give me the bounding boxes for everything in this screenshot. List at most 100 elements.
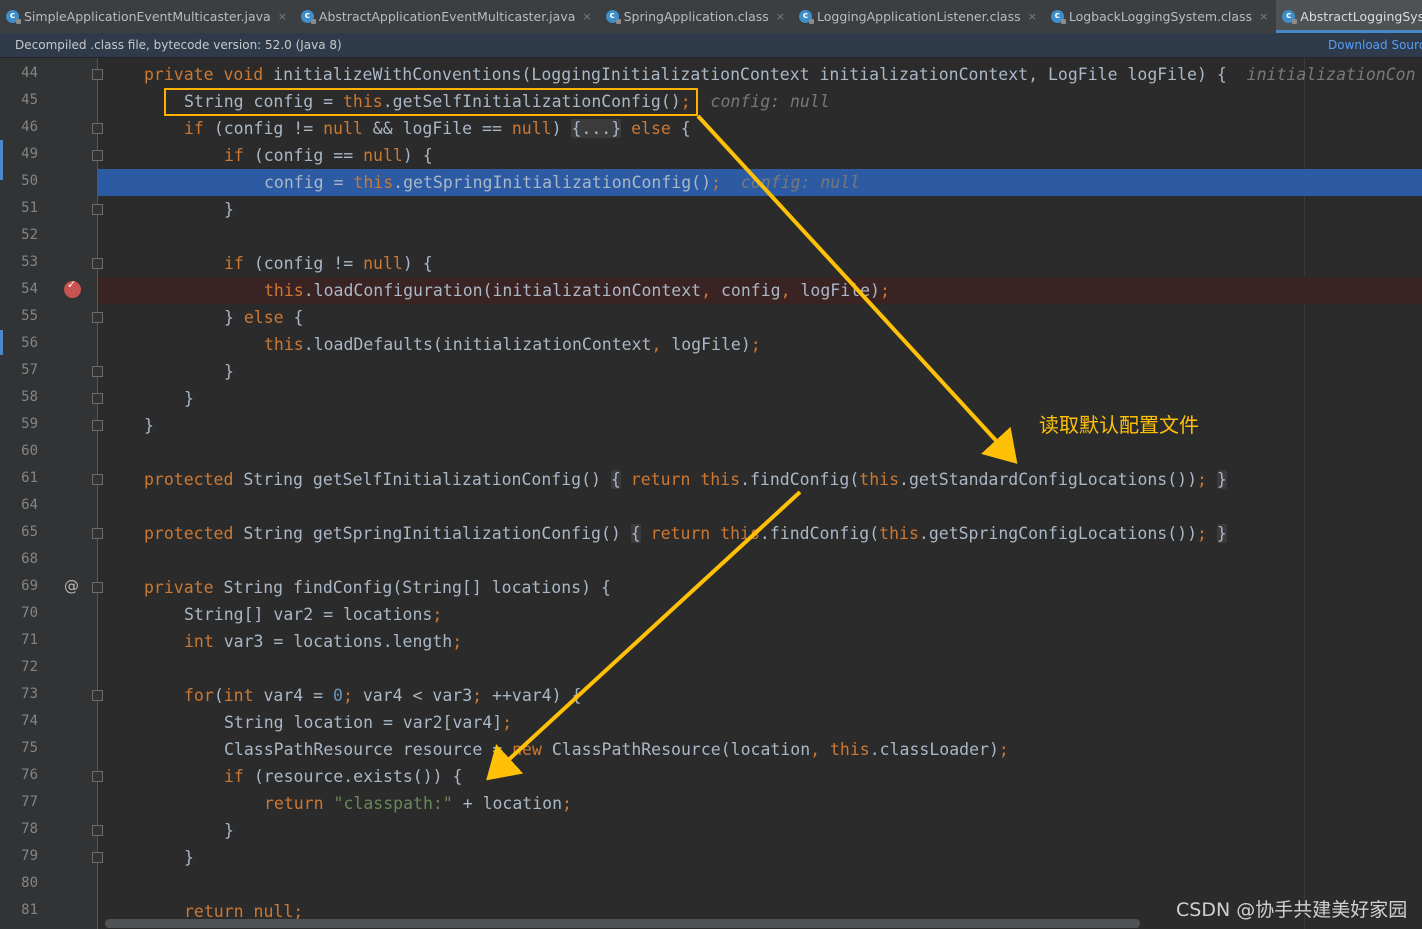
editor-tab-label: SimpleApplicationEventMulticaster.java	[24, 9, 271, 24]
editor-tab-label: LoggingApplicationListener.class	[817, 9, 1021, 24]
editor-tab-label: AbstractApplicationEventMulticaster.java	[318, 9, 576, 24]
line-number[interactable]: 45	[0, 92, 38, 108]
code-line-50: config = this.getSpringInitializationCon…	[264, 173, 861, 192]
class-file-icon: c	[1050, 10, 1066, 24]
code-line-70: String[] var2 = locations;	[184, 605, 443, 624]
fold-icon[interactable]	[92, 258, 103, 269]
line-number[interactable]: 60	[0, 443, 38, 459]
line-number[interactable]: 64	[0, 497, 38, 513]
line-number[interactable]: 79	[0, 848, 38, 864]
code-line-51: }	[224, 200, 234, 219]
csdn-watermark: CSDN @协手共建美好家园	[1176, 899, 1408, 921]
code-line-61: protected String getSelfInitializationCo…	[144, 470, 1227, 489]
editor-tab[interactable]: cAbstractLoggingSystem.class×	[1276, 0, 1422, 33]
line-number[interactable]: 68	[0, 551, 38, 567]
code-line-76: if (resource.exists()) {	[224, 767, 463, 786]
line-number[interactable]: 72	[0, 659, 38, 675]
class-file-icon: c	[799, 10, 815, 24]
line-number[interactable]: 59	[0, 416, 38, 432]
fold-icon[interactable]	[92, 366, 103, 377]
editor-tab[interactable]: c AbstractApplicationEventMulticaster.jav…	[295, 0, 600, 33]
decompiled-info-message: Decompiled .class file, bytecode version…	[15, 38, 342, 52]
fold-icon[interactable]	[92, 393, 103, 404]
fold-icon[interactable]	[92, 123, 103, 134]
line-number[interactable]: 52	[0, 227, 38, 243]
close-icon[interactable]: ×	[776, 10, 785, 23]
line-number[interactable]: 54	[0, 281, 38, 297]
breakpoint-icon[interactable]	[64, 278, 81, 298]
code-line-78: }	[224, 821, 234, 840]
line-number[interactable]: 53	[0, 254, 38, 270]
code-line-79: }	[184, 848, 194, 867]
line-number[interactable]: 57	[0, 362, 38, 378]
code-line-56: this.loadDefaults(initializationContext,…	[264, 335, 761, 354]
editor-tab-label: LogbackLoggingSystem.class	[1068, 9, 1253, 24]
class-file-icon: c	[300, 10, 316, 24]
line-number[interactable]: 81	[0, 902, 38, 918]
class-file-icon: c	[6, 10, 21, 24]
close-icon[interactable]: ×	[582, 10, 591, 23]
line-number[interactable]: 71	[0, 632, 38, 648]
code-line-46: if (config != null && logFile == null) {…	[184, 119, 691, 138]
decompiled-info-bar: Decompiled .class file, bytecode version…	[0, 33, 1422, 58]
code-line-49: if (config == null) {	[224, 146, 433, 165]
fold-icon[interactable]	[92, 582, 103, 593]
line-number[interactable]: 73	[0, 686, 38, 702]
editor-tab-label: SpringApplication.class	[623, 9, 769, 24]
fold-icon[interactable]	[92, 150, 103, 161]
annotation-highlight-box	[164, 88, 698, 116]
code-line-69: private String findConfig(String[] locat…	[144, 578, 611, 597]
line-number[interactable]: 49	[0, 146, 38, 162]
editor-tab[interactable]: c LoggingApplicationListener.class ×	[793, 0, 1045, 33]
fold-icon[interactable]	[92, 69, 103, 80]
line-number[interactable]: 75	[0, 740, 38, 756]
code-line-57: }	[224, 362, 234, 381]
line-number[interactable]: 76	[0, 767, 38, 783]
editor-tab[interactable]: c SpringApplication.class ×	[600, 0, 793, 33]
line-number[interactable]: 80	[0, 875, 38, 891]
line-number[interactable]: 77	[0, 794, 38, 810]
line-number[interactable]: 44	[0, 65, 38, 81]
annotation-label: 读取默认配置文件	[1039, 413, 1199, 437]
fold-icon[interactable]	[92, 528, 103, 539]
line-number[interactable]: 50	[0, 173, 38, 189]
class-file-icon: c	[605, 10, 621, 24]
line-number[interactable]: 58	[0, 389, 38, 405]
close-icon[interactable]: ×	[1259, 10, 1268, 23]
line-number[interactable]: 78	[0, 821, 38, 837]
line-number[interactable]: 70	[0, 605, 38, 621]
editor-tab[interactable]: c LogbackLoggingSystem.class ×	[1045, 0, 1276, 33]
line-number[interactable]: 51	[0, 200, 38, 216]
fold-icon[interactable]	[92, 312, 103, 323]
editor-tab-label: AbstractLoggingSystem.class	[1300, 9, 1422, 24]
horizontal-scrollbar[interactable]	[105, 919, 1140, 928]
line-number[interactable]: 65	[0, 524, 38, 540]
close-icon[interactable]: ×	[1028, 10, 1037, 23]
code-line-59: }	[144, 416, 154, 435]
fold-icon[interactable]	[92, 825, 103, 836]
code-line-71: int var3 = locations.length;	[184, 632, 463, 651]
fold-icon[interactable]	[92, 690, 103, 701]
code-line-54: this.loadConfiguration(initializationCon…	[264, 281, 890, 300]
line-number[interactable]: 74	[0, 713, 38, 729]
code-line-74: String location = var2[var4];	[224, 713, 513, 732]
line-number[interactable]: 55	[0, 308, 38, 324]
fold-icon[interactable]	[92, 771, 103, 782]
code-line-55: } else {	[224, 308, 304, 327]
code-line-77: return "classpath:" + location;	[264, 794, 572, 813]
code-line-44: private void initializeWithConventions(L…	[144, 65, 1416, 84]
line-number[interactable]: 69	[0, 578, 38, 594]
code-line-75: ClassPathResource resource = new ClassPa…	[224, 740, 1009, 759]
line-number[interactable]: 61	[0, 470, 38, 486]
fold-icon[interactable]	[92, 204, 103, 215]
fold-icon[interactable]	[92, 420, 103, 431]
fold-icon[interactable]	[92, 852, 103, 863]
editor-tab[interactable]: c SimpleApplicationEventMulticaster.java ×	[0, 0, 295, 33]
line-number[interactable]: 56	[0, 335, 38, 351]
fold-icon[interactable]	[92, 474, 103, 485]
implements-at-icon[interactable]: @	[64, 577, 79, 595]
line-number[interactable]: 46	[0, 119, 38, 135]
close-icon[interactable]: ×	[278, 10, 287, 23]
editor-tab-bar: c SimpleApplicationEventMulticaster.java ×…	[0, 0, 1422, 34]
download-sources-link[interactable]: Download Sourc	[1328, 33, 1422, 57]
